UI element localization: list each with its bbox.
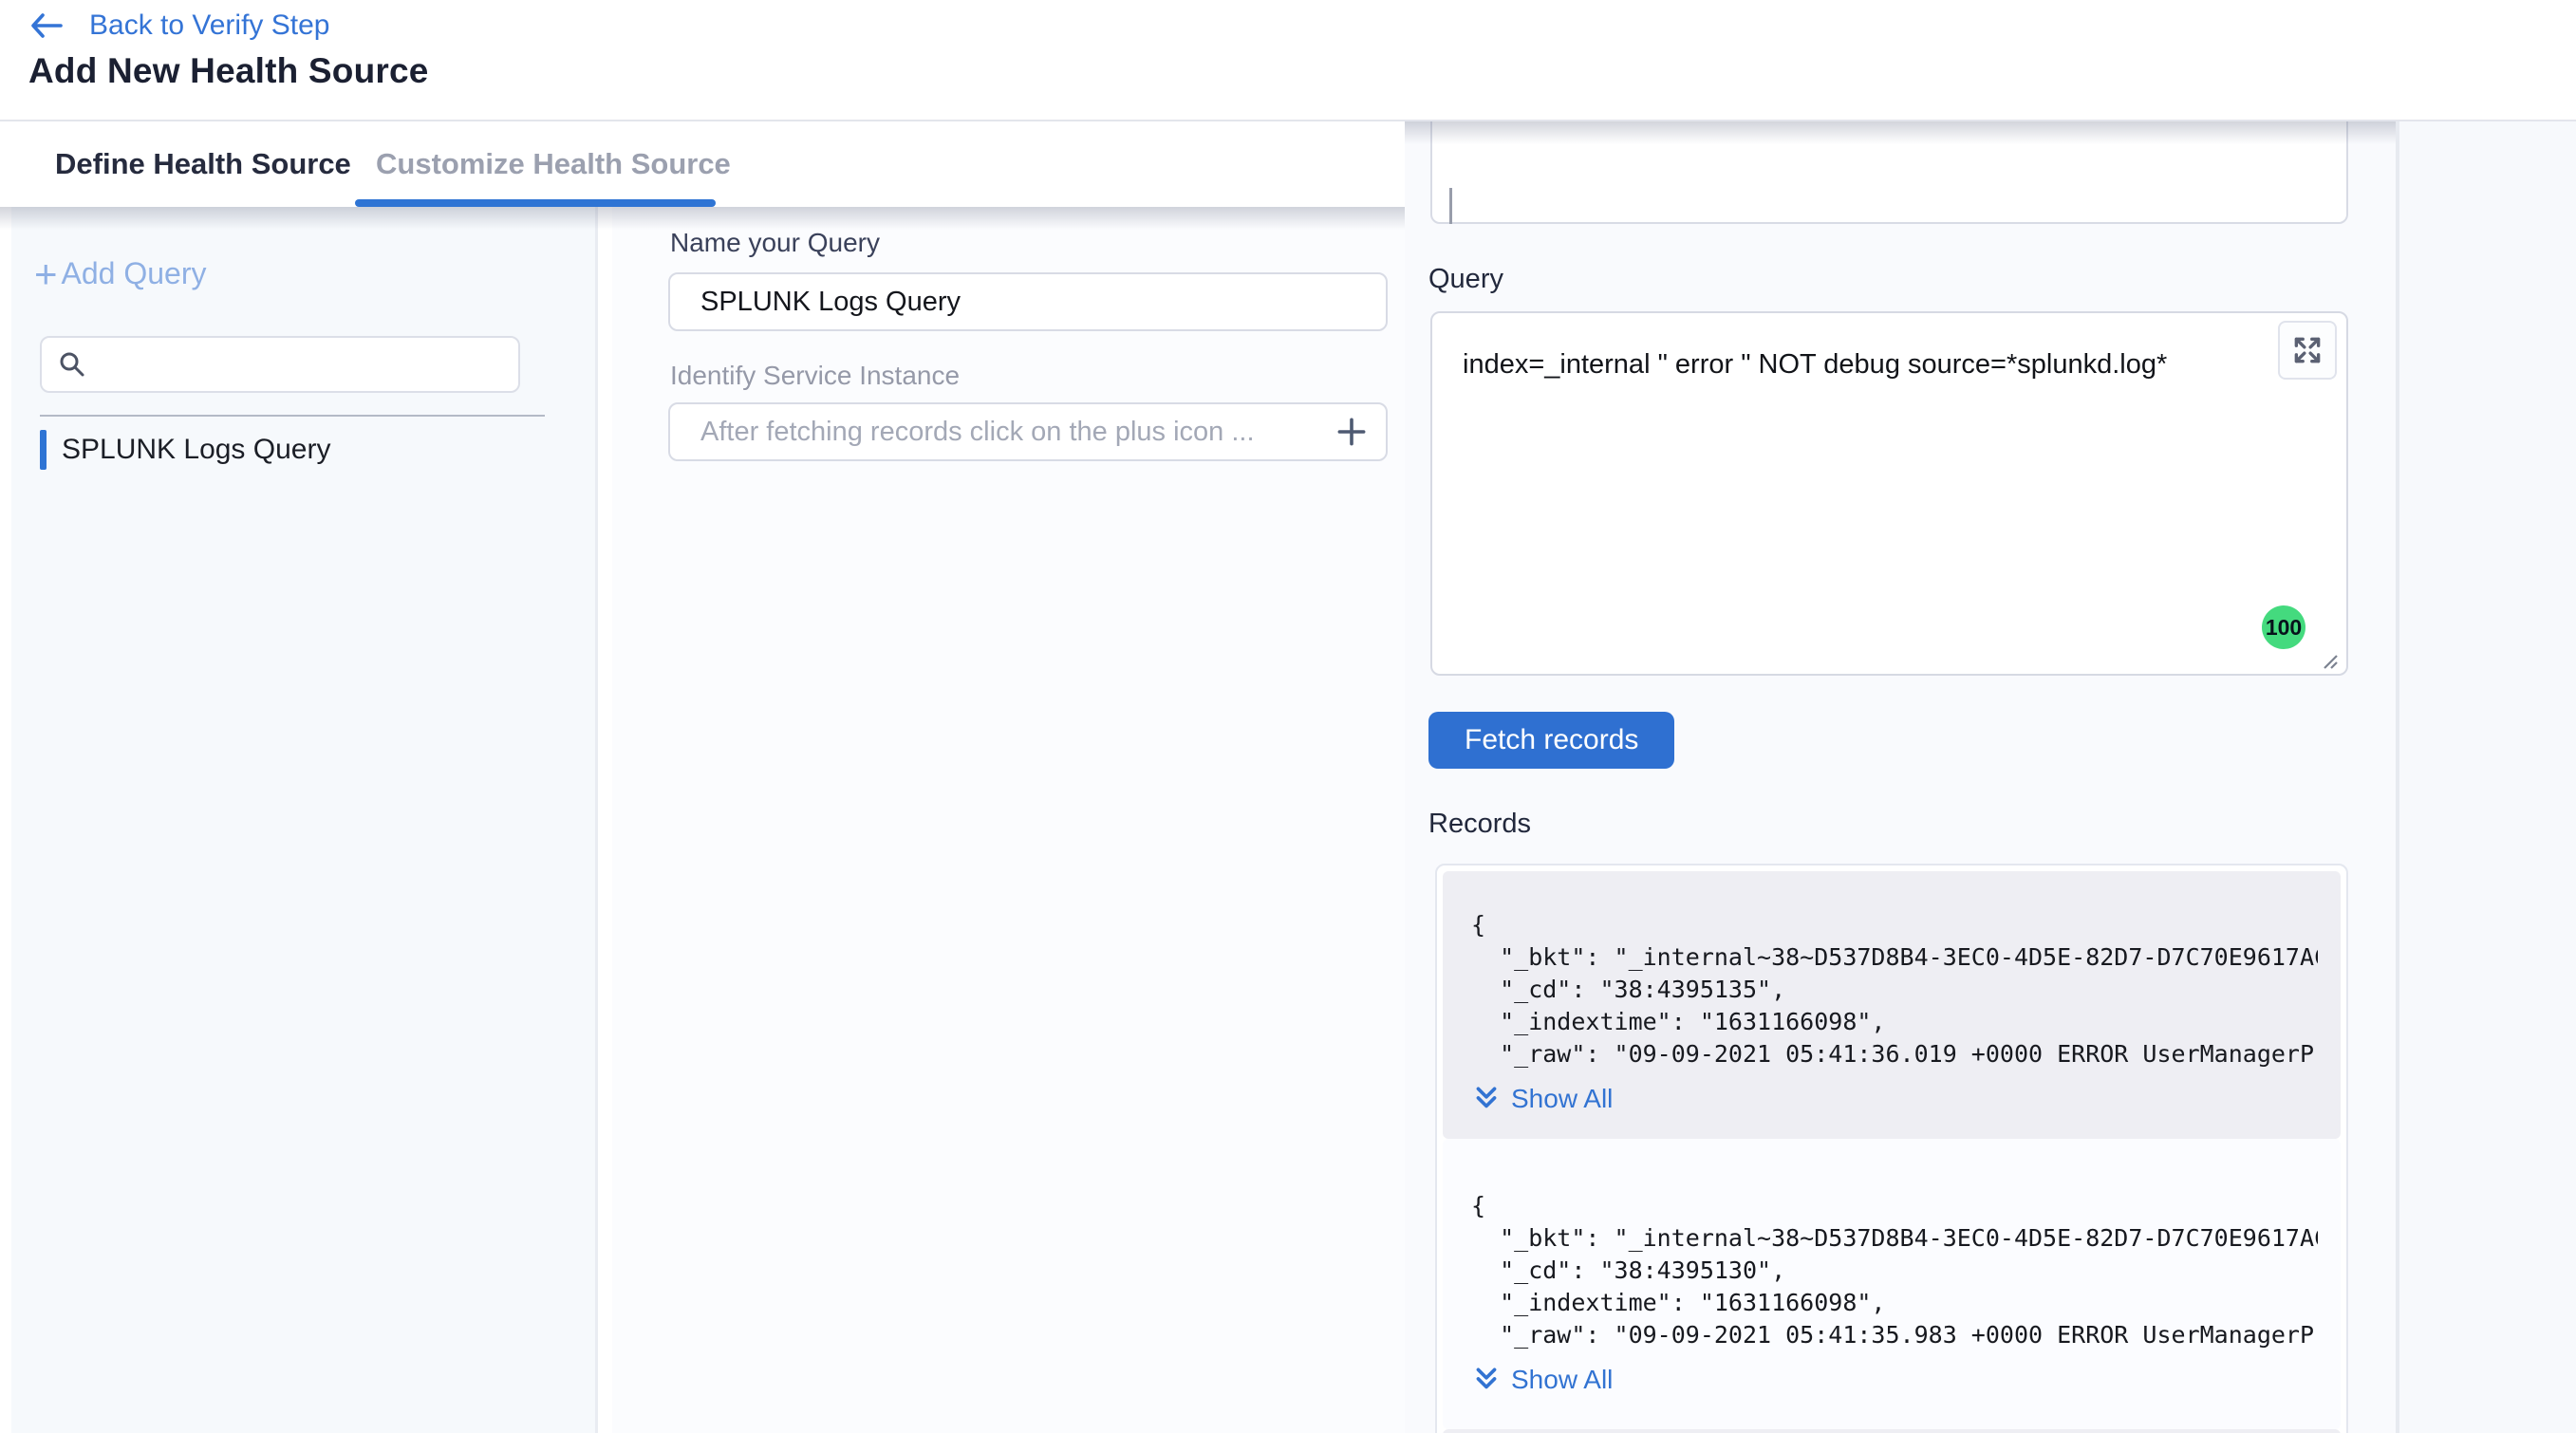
plus-icon: [1334, 414, 1370, 450]
query-search-box: [40, 336, 520, 393]
active-item-bar: [40, 430, 47, 470]
records-container: { "_bkt": "_internal~38~D537D8B4-3EC0-4D…: [1435, 864, 2348, 1433]
record-json-line: "_bkt": "_internal~38~D537D8B4-3EC0-4D5E…: [1471, 941, 2318, 974]
record-json-line: "_raw": "09-09-2021 05:41:35.983 +0000 E…: [1471, 1319, 2318, 1351]
record-json-line: {: [1471, 909, 2318, 941]
panel-divider: [2396, 121, 2399, 1433]
active-tab-underline: [355, 199, 716, 207]
expand-query-button[interactable]: [2278, 321, 2337, 380]
record-json-line: "_raw": "09-09-2021 05:41:36.019 +0000 E…: [1471, 1038, 2318, 1070]
sidebar-divider: [40, 415, 545, 417]
record-json-line: "_bkt": "_internal~38~D537D8B4-3EC0-4D5E…: [1471, 1222, 2318, 1255]
tab-bar: Define Health Source Customize Health So…: [0, 121, 1405, 207]
record-card: { "_bkt": "_internal~38~D537D8B4-3EC0-4D…: [1443, 1139, 2341, 1429]
show-all-label: Show All: [1511, 1084, 1613, 1114]
record-card: { "_bkt": "_internal~38~D537D8B4-3EC0-4D…: [1443, 871, 2341, 1139]
page-title: Add New Health Source: [28, 51, 429, 91]
double-chevron-down-icon: [1473, 1085, 1500, 1113]
fetch-records-button[interactable]: Fetch records: [1428, 712, 1674, 769]
record-json-line: "_cd": "38:4395130",: [1471, 1255, 2318, 1287]
page-header: Back to Verify Step Add New Health Sourc…: [0, 0, 2576, 120]
search-icon: [57, 349, 87, 380]
tab-define-health-source[interactable]: Define Health Source: [55, 121, 351, 207]
query-textarea[interactable]: index=_internal " error " NOT debug sour…: [1430, 311, 2348, 676]
back-link-label: Back to Verify Step: [89, 9, 329, 42]
sidebar-item-label: SPLUNK Logs Query: [62, 434, 330, 466]
record-json-line: "_cd": "38:4395135",: [1471, 974, 2318, 1006]
records-label: Records: [1428, 809, 1531, 840]
header-divider: [0, 120, 2576, 121]
tab-customize-health-source[interactable]: Customize Health Source: [376, 121, 731, 207]
record-json-line: "_indextime": "1631166098",: [1471, 1006, 2318, 1038]
add-query-button[interactable]: + Add Query: [34, 256, 207, 291]
record-json-line: "_indextime": "1631166098",: [1471, 1287, 2318, 1319]
identify-service-instance-label: Identify Service Instance: [670, 361, 960, 391]
service-instance-input[interactable]: [668, 402, 1388, 461]
back-link[interactable]: Back to Verify Step: [28, 9, 329, 42]
expand-icon: [2290, 333, 2324, 367]
search-input[interactable]: [99, 349, 497, 380]
add-query-label: Add Query: [62, 256, 207, 291]
query-label: Query: [1428, 264, 1503, 295]
query-records-panel: Query index=_internal " error " NOT debu…: [1405, 121, 2396, 1433]
right-empty-strip: [2399, 121, 2576, 1433]
plus-icon: +: [34, 260, 58, 288]
add-service-instance-path-button[interactable]: [1331, 411, 1372, 453]
query-sidebar: + Add Query SPLUNK Logs Query: [0, 207, 598, 1433]
double-chevron-down-icon: [1473, 1366, 1500, 1394]
query-form-column: Name your Query Identify Service Instanc…: [612, 207, 1405, 1433]
show-all-label: Show All: [1511, 1365, 1613, 1395]
query-name-input[interactable]: [668, 272, 1388, 331]
scrolled-input-partial[interactable]: [1430, 121, 2348, 224]
sidebar-item-splunk-logs-query[interactable]: SPLUNK Logs Query: [40, 429, 330, 471]
name-your-query-label: Name your Query: [670, 228, 880, 258]
show-all-link[interactable]: Show All: [1473, 1365, 2318, 1395]
show-all-link[interactable]: Show All: [1473, 1084, 2318, 1114]
record-json-line: {: [1471, 1190, 2318, 1222]
back-arrow-icon: [28, 10, 65, 41]
textarea-resize-handle[interactable]: [2314, 645, 2339, 675]
record-card-partial: [1443, 1429, 2341, 1433]
text-cursor: [1449, 188, 1452, 224]
records-count-badge: 100: [2262, 605, 2305, 649]
